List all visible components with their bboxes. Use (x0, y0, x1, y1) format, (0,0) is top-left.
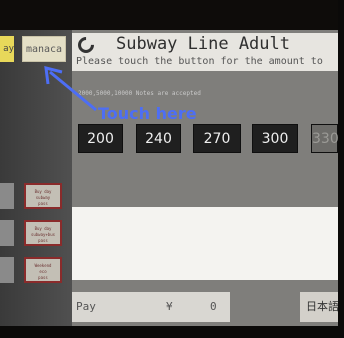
frame-right (338, 0, 344, 338)
touch-here-callout: Touch here (98, 104, 197, 123)
annotation-arrow-icon (44, 66, 97, 112)
frame-bottom (0, 326, 344, 338)
